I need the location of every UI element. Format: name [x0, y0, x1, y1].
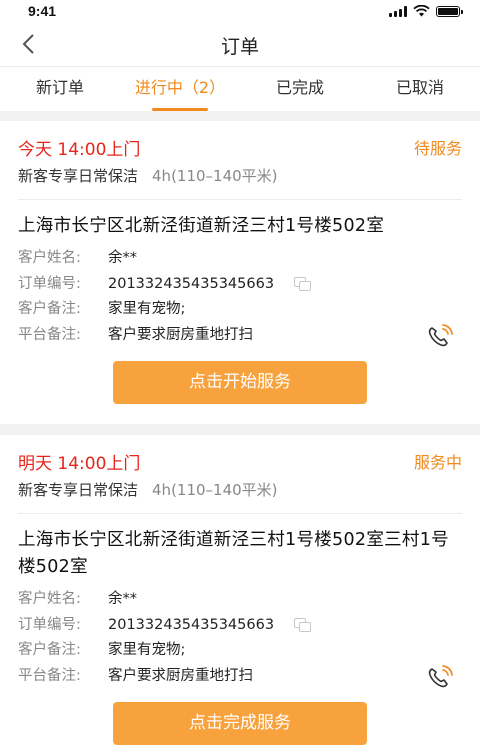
tab-in-progress[interactable]: 进行中（2） [120, 67, 240, 111]
order-list: 今天 14:00上门 待服务 新客专享日常保洁 4h(110–140平米) 上海市… [0, 121, 480, 750]
customer-name-row: 客户姓名: 余** [18, 587, 462, 613]
order-card-header: 明天 14:00上门 服务中 新客专享日常保洁 4h(110–140平米) [18, 435, 462, 514]
status-badge: 待服务 [413, 139, 462, 158]
platform-note-value: 客户要求厨房重地打扫 [108, 326, 253, 343]
status-bar: 9:41 [0, 0, 480, 22]
copy-icon[interactable] [294, 277, 312, 292]
order-service: 新客专享日常保洁 4h(110–140平米) [18, 165, 462, 200]
wifi-icon [413, 5, 430, 17]
signal-icon [389, 5, 407, 17]
service-name: 新客专享日常保洁 [18, 481, 139, 499]
status-icons [389, 5, 463, 17]
tab-completed[interactable]: 已完成 [240, 67, 360, 111]
service-duration: 4h(110–140平米) [152, 481, 278, 499]
nav-bar: 订单 [0, 22, 480, 66]
phone-icon[interactable] [426, 323, 456, 349]
customer-name-value: 余** [108, 591, 137, 607]
platform-note-label: 平台备注: [18, 667, 81, 684]
start-service-button[interactable]: 点击开始服务 [113, 361, 367, 404]
order-card: 今天 14:00上门 待服务 新客专享日常保洁 4h(110–140平米) 上海市… [0, 121, 480, 424]
status-badge: 服务中 [413, 453, 462, 472]
order-number-value: 201332435435345663 [108, 275, 275, 292]
order-number-row: 订单编号: 201332435435345663 [18, 613, 462, 639]
order-address: 上海市长宁区北新泾街道新泾三村1号楼502室三村1号楼502室 [18, 530, 449, 577]
order-schedule: 明天 14:00上门 [18, 454, 141, 474]
order-service: 新客专享日常保洁 4h(110–140平米) [18, 479, 462, 514]
customer-name-label: 客户姓名: [18, 250, 81, 266]
customer-note-row: 客户备注: 家里有宠物; [18, 297, 462, 323]
platform-note-row: 平台备注: 客户要求厨房重地打扫 [18, 664, 462, 690]
platform-note-label: 平台备注: [18, 326, 81, 343]
service-name: 新客专享日常保洁 [18, 167, 139, 185]
order-schedule: 今天 14:00上门 [18, 140, 141, 160]
copy-icon[interactable] [294, 618, 312, 633]
status-time: 9:41 [28, 3, 57, 19]
complete-service-button[interactable]: 点击完成服务 [113, 702, 367, 745]
service-duration: 4h(110–140平米) [152, 167, 278, 185]
customer-name-value: 余** [108, 250, 137, 266]
tab-cancelled[interactable]: 已取消 [360, 67, 480, 111]
order-address: 上海市长宁区北新泾街道新泾三村1号楼502室 [18, 216, 385, 236]
customer-note-value: 家里有宠物; [108, 301, 186, 317]
customer-note-label: 客户备注: [18, 642, 81, 658]
customer-note-value: 家里有宠物; [108, 642, 186, 658]
phone-icon[interactable] [426, 664, 456, 690]
platform-note-value: 客户要求厨房重地打扫 [108, 667, 253, 684]
order-tabs: 新订单 进行中（2） 已完成 已取消 [0, 66, 480, 111]
order-info: 客户姓名: 余** 订单编号: 201332435435345663 客户备注:… [18, 587, 462, 689]
platform-note-row: 平台备注: 客户要求厨房重地打扫 [18, 323, 462, 349]
customer-note-label: 客户备注: [18, 301, 81, 317]
tab-new[interactable]: 新订单 [0, 67, 120, 111]
order-number-value: 201332435435345663 [108, 616, 275, 633]
order-number-row: 订单编号: 201332435435345663 [18, 272, 462, 298]
customer-note-row: 客户备注: 家里有宠物; [18, 638, 462, 664]
order-number-label: 订单编号: [18, 616, 81, 633]
customer-name-row: 客户姓名: 余** [18, 246, 462, 272]
order-info: 客户姓名: 余** 订单编号: 201332435435345663 客户备注:… [18, 246, 462, 348]
customer-name-label: 客户姓名: [18, 591, 81, 607]
order-card: 明天 14:00上门 服务中 新客专享日常保洁 4h(110–140平米) 上海市… [0, 435, 480, 750]
battery-icon [436, 5, 463, 17]
order-card-header: 今天 14:00上门 待服务 新客专享日常保洁 4h(110–140平米) [18, 121, 462, 200]
page-title: 订单 [220, 36, 259, 58]
order-number-label: 订单编号: [18, 275, 81, 292]
